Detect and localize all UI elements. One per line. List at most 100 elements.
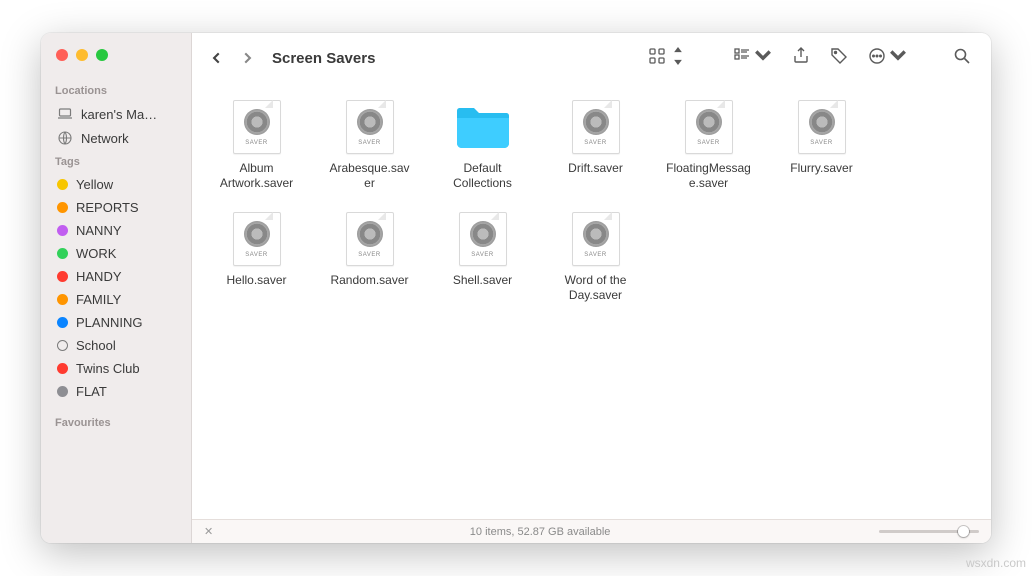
sidebar-tag[interactable]: School xyxy=(55,334,183,357)
folder-icon xyxy=(453,97,513,157)
sidebar-tag[interactable]: PLANNING xyxy=(55,311,183,334)
saver-file-icon: SAVER xyxy=(566,209,626,269)
forward-button[interactable] xyxy=(236,47,258,69)
tag-dot-icon xyxy=(57,179,68,190)
saver-file-icon: SAVER xyxy=(340,209,400,269)
sidebar-tag[interactable]: FLAT xyxy=(55,380,183,403)
more-icon xyxy=(868,47,886,70)
section-heading: Tags xyxy=(55,156,183,168)
file-item[interactable]: SAVER Hello.saver xyxy=(214,209,299,303)
slider-knob[interactable] xyxy=(958,526,969,537)
sidebar-section-locations: Locations karen's Ma… Network xyxy=(41,85,191,150)
group-button[interactable] xyxy=(727,43,778,74)
file-item[interactable]: SAVER Drift.saver xyxy=(553,97,638,191)
fullscreen-button[interactable] xyxy=(96,49,108,61)
file-name: Hello.saver xyxy=(226,273,286,288)
file-item[interactable]: Default Collections xyxy=(440,97,525,191)
saver-file-icon: SAVER xyxy=(679,97,739,157)
share-icon xyxy=(792,47,810,70)
sidebar-item-label: karen's Ma… xyxy=(81,107,157,122)
tag-dot-icon xyxy=(57,248,68,259)
close-button[interactable] xyxy=(56,49,68,61)
tag-dot-icon xyxy=(57,363,68,374)
file-item[interactable]: SAVER Arabesque.saver xyxy=(327,97,412,191)
search-icon xyxy=(953,47,971,70)
window-controls xyxy=(41,49,191,61)
tag-dot-icon xyxy=(57,340,68,351)
action-button[interactable] xyxy=(862,43,913,74)
saver-file-icon: SAVER xyxy=(566,97,626,157)
saver-file-icon: SAVER xyxy=(227,97,287,157)
main-panel: Screen Savers xyxy=(192,33,991,543)
file-name: Shell.saver xyxy=(453,273,512,288)
file-name: Default Collections xyxy=(440,161,525,191)
tag-dot-icon xyxy=(57,386,68,397)
toolbar: Screen Savers xyxy=(192,33,991,83)
sidebar-tag[interactable]: WORK xyxy=(55,242,183,265)
globe-icon xyxy=(57,130,73,146)
sidebar-item-label: Twins Club xyxy=(76,361,140,376)
file-item[interactable]: SAVER FloatingMessage.saver xyxy=(666,97,751,191)
minimize-button[interactable] xyxy=(76,49,88,61)
file-name: Word of the Day.saver xyxy=(553,273,638,303)
sidebar-tag[interactable]: NANNY xyxy=(55,219,183,242)
sort-icon xyxy=(669,47,687,70)
section-heading: Favourites xyxy=(41,417,191,429)
window-title: Screen Savers xyxy=(272,50,375,67)
tag-dot-icon xyxy=(57,225,68,236)
file-item[interactable]: SAVER Shell.saver xyxy=(440,209,525,303)
laptop-icon xyxy=(57,106,73,122)
file-name: FloatingMessage.saver xyxy=(666,161,751,191)
file-name: Random.saver xyxy=(330,273,408,288)
tag-icon xyxy=(830,47,848,70)
file-name: Drift.saver xyxy=(568,161,623,176)
tag-dot-icon xyxy=(57,202,68,213)
file-name: Album Artwork.saver xyxy=(214,161,299,191)
section-heading: Locations xyxy=(55,85,183,97)
sidebar-item-mac[interactable]: karen's Ma… xyxy=(55,102,183,126)
view-mode-button[interactable] xyxy=(642,43,693,74)
sidebar-item-label: School xyxy=(76,338,116,353)
saver-file-icon: SAVER xyxy=(792,97,852,157)
back-button[interactable] xyxy=(206,47,228,69)
saver-file-icon: SAVER xyxy=(453,209,513,269)
saver-file-icon: SAVER xyxy=(340,97,400,157)
sidebar-tag[interactable]: REPORTS xyxy=(55,196,183,219)
icon-view[interactable]: SAVER Album Artwork.saver SAVER Arabesque.s… xyxy=(192,83,991,519)
tag-dot-icon xyxy=(57,294,68,305)
sidebar-item-label: PLANNING xyxy=(76,315,142,330)
sidebar-item-label: Yellow xyxy=(76,177,113,192)
file-item[interactable]: SAVER Word of the Day.saver xyxy=(553,209,638,303)
watermark: wsxdn.com xyxy=(966,556,1026,570)
path-bar-close-icon[interactable]: ✕ xyxy=(204,525,213,538)
sidebar-item-label: WORK xyxy=(76,246,116,261)
chevron-down-icon xyxy=(889,47,907,70)
sidebar-tag[interactable]: Twins Club xyxy=(55,357,183,380)
icon-size-slider[interactable] xyxy=(879,530,979,533)
tag-button[interactable] xyxy=(824,43,854,74)
sidebar-section-tags: Tags Yellow REPORTS NANNY WORK HANDYFAMILY PL… xyxy=(41,156,191,403)
sidebar-item-label: Network xyxy=(81,131,129,146)
chevron-down-icon xyxy=(754,47,772,70)
file-name: Flurry.saver xyxy=(790,161,852,176)
file-item[interactable]: SAVER Flurry.saver xyxy=(779,97,864,191)
tag-dot-icon xyxy=(57,317,68,328)
sidebar-tag[interactable]: HANDY xyxy=(55,265,183,288)
search-button[interactable] xyxy=(947,43,977,74)
group-icon xyxy=(733,47,751,70)
file-item[interactable]: SAVER Random.saver xyxy=(327,209,412,303)
sidebar: Locations karen's Ma… Network Tags Yello… xyxy=(41,33,192,543)
sidebar-item-label: NANNY xyxy=(76,223,122,238)
sidebar-item-label: REPORTS xyxy=(76,200,139,215)
status-bar: ✕ 10 items, 52.87 GB available xyxy=(192,519,991,543)
sidebar-tag[interactable]: Yellow xyxy=(55,173,183,196)
sidebar-item-label: FLAT xyxy=(76,384,107,399)
grid-icon xyxy=(648,47,666,70)
sidebar-tag[interactable]: FAMILY xyxy=(55,288,183,311)
finder-window: Locations karen's Ma… Network Tags Yello… xyxy=(41,33,991,543)
sidebar-item-network[interactable]: Network xyxy=(55,126,183,150)
file-item[interactable]: SAVER Album Artwork.saver xyxy=(214,97,299,191)
saver-file-icon: SAVER xyxy=(227,209,287,269)
share-button[interactable] xyxy=(786,43,816,74)
file-name: Arabesque.saver xyxy=(327,161,412,191)
